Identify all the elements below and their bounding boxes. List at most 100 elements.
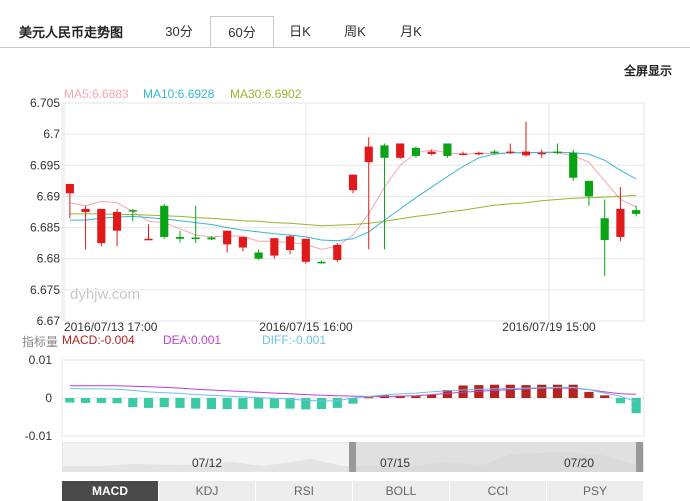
candle-body bbox=[584, 180, 594, 197]
macd-bar bbox=[143, 398, 154, 408]
candle-body bbox=[270, 238, 279, 256]
candle bbox=[506, 143, 515, 155]
candle-body bbox=[427, 151, 436, 155]
candle bbox=[459, 151, 468, 156]
candle-body bbox=[632, 210, 641, 214]
macd-bar bbox=[65, 398, 75, 403]
candle bbox=[160, 203, 169, 239]
tab-cci[interactable]: CCI bbox=[450, 481, 547, 501]
y-tick-label: 6.68 bbox=[37, 252, 61, 266]
candle-body bbox=[474, 152, 483, 155]
candle bbox=[128, 208, 137, 222]
candle bbox=[474, 151, 483, 156]
candle-body bbox=[317, 261, 326, 264]
navigator-left-handle[interactable] bbox=[349, 442, 356, 472]
macd-bar bbox=[96, 398, 106, 403]
navigator-label-0712: 07/12 bbox=[192, 456, 222, 470]
macd-bar bbox=[505, 384, 515, 398]
candle bbox=[616, 187, 625, 242]
candle bbox=[600, 199, 609, 277]
indicator-tabs: MACD KDJ RSI BOLL CCI PSY bbox=[62, 481, 644, 501]
macd-bar bbox=[615, 398, 625, 404]
y-tick-label: 6.7 bbox=[43, 127, 60, 141]
candle bbox=[191, 205, 200, 244]
macd-bar bbox=[81, 398, 91, 403]
candle bbox=[333, 243, 342, 262]
macd-chart: 0.01 0 -0.01 bbox=[25, 353, 645, 443]
candle-body bbox=[348, 174, 358, 191]
macd-bar bbox=[584, 391, 594, 398]
x-tick-label: 2016/07/19 15:00 bbox=[502, 320, 596, 334]
macd-bars bbox=[65, 384, 641, 414]
candle-body bbox=[364, 146, 373, 163]
candle-body bbox=[443, 143, 452, 156]
tab-boll[interactable]: BOLL bbox=[353, 481, 450, 501]
candle bbox=[569, 149, 578, 181]
candle bbox=[521, 121, 531, 157]
candle-body bbox=[553, 151, 562, 154]
candle bbox=[348, 174, 358, 194]
candle-body bbox=[569, 152, 578, 178]
y-tick-label: 6.705 bbox=[30, 96, 60, 110]
macd-bar bbox=[254, 398, 264, 409]
indicator-label: 指标量 bbox=[22, 335, 59, 349]
time-navigator[interactable]: 07/12 07/15 07/20 bbox=[62, 442, 644, 472]
candle bbox=[584, 180, 594, 206]
candle-body bbox=[254, 252, 263, 259]
navigator-right-handle[interactable] bbox=[636, 442, 643, 472]
macd-bar bbox=[222, 398, 232, 410]
candle bbox=[112, 208, 122, 247]
macd-bar bbox=[269, 398, 279, 409]
candle-body bbox=[97, 208, 106, 244]
macd-bar bbox=[411, 396, 421, 398]
candle-body bbox=[238, 236, 247, 248]
macd-bar bbox=[552, 384, 563, 398]
macd-y-tick-label: 0 bbox=[45, 391, 52, 405]
macd-bar bbox=[600, 395, 610, 398]
candle-body bbox=[223, 230, 232, 245]
macd-bar bbox=[238, 398, 248, 410]
dea-value-label: DEA:0.001 bbox=[163, 333, 222, 347]
candle-body bbox=[160, 205, 169, 237]
candle bbox=[254, 249, 263, 260]
candlestick-chart: 6.705 6.7 6.695 6.69 6.685 6.68 6.675 6.67 2016… bbox=[30, 96, 645, 334]
candle-body bbox=[144, 238, 153, 241]
candle-body bbox=[600, 218, 609, 241]
macd-bar bbox=[191, 398, 201, 409]
candle bbox=[537, 149, 546, 158]
candle-body bbox=[396, 143, 405, 158]
candle bbox=[238, 236, 247, 252]
candle-body bbox=[411, 147, 421, 156]
candle bbox=[317, 260, 326, 264]
diff-value-label: DIFF:-0.001 bbox=[262, 333, 327, 347]
tab-psy[interactable]: PSY bbox=[547, 481, 644, 501]
main-y-axis: 6.705 6.7 6.695 6.69 6.685 6.68 6.675 6.67 bbox=[30, 96, 60, 328]
tab-rsi[interactable]: RSI bbox=[256, 481, 353, 501]
candle-body bbox=[175, 236, 185, 239]
candle bbox=[553, 143, 562, 155]
macd-y-tick-label: 0.01 bbox=[29, 353, 53, 367]
macd-bar bbox=[568, 384, 578, 398]
y-tick-label: 6.69 bbox=[37, 189, 61, 203]
macd-bar bbox=[159, 398, 169, 408]
macd-y-tick-label: -0.01 bbox=[25, 429, 53, 443]
candle-body bbox=[285, 236, 295, 250]
candle bbox=[364, 137, 373, 250]
candle bbox=[97, 208, 106, 247]
candle-body bbox=[112, 212, 122, 231]
candle-body bbox=[521, 151, 531, 156]
macd-bar bbox=[128, 398, 138, 408]
tab-macd[interactable]: MACD bbox=[62, 481, 159, 501]
macd-bar bbox=[316, 398, 327, 410]
candle-body bbox=[128, 210, 137, 212]
macd-bar bbox=[537, 384, 547, 398]
candle-body bbox=[207, 237, 216, 240]
candle-body bbox=[459, 153, 468, 155]
candles bbox=[65, 121, 641, 277]
candle bbox=[144, 224, 153, 241]
ma-lines bbox=[69, 149, 637, 250]
y-tick-label: 6.67 bbox=[37, 314, 61, 328]
tab-kdj[interactable]: KDJ bbox=[159, 481, 256, 501]
candle-body bbox=[616, 208, 625, 237]
candle bbox=[396, 143, 405, 160]
